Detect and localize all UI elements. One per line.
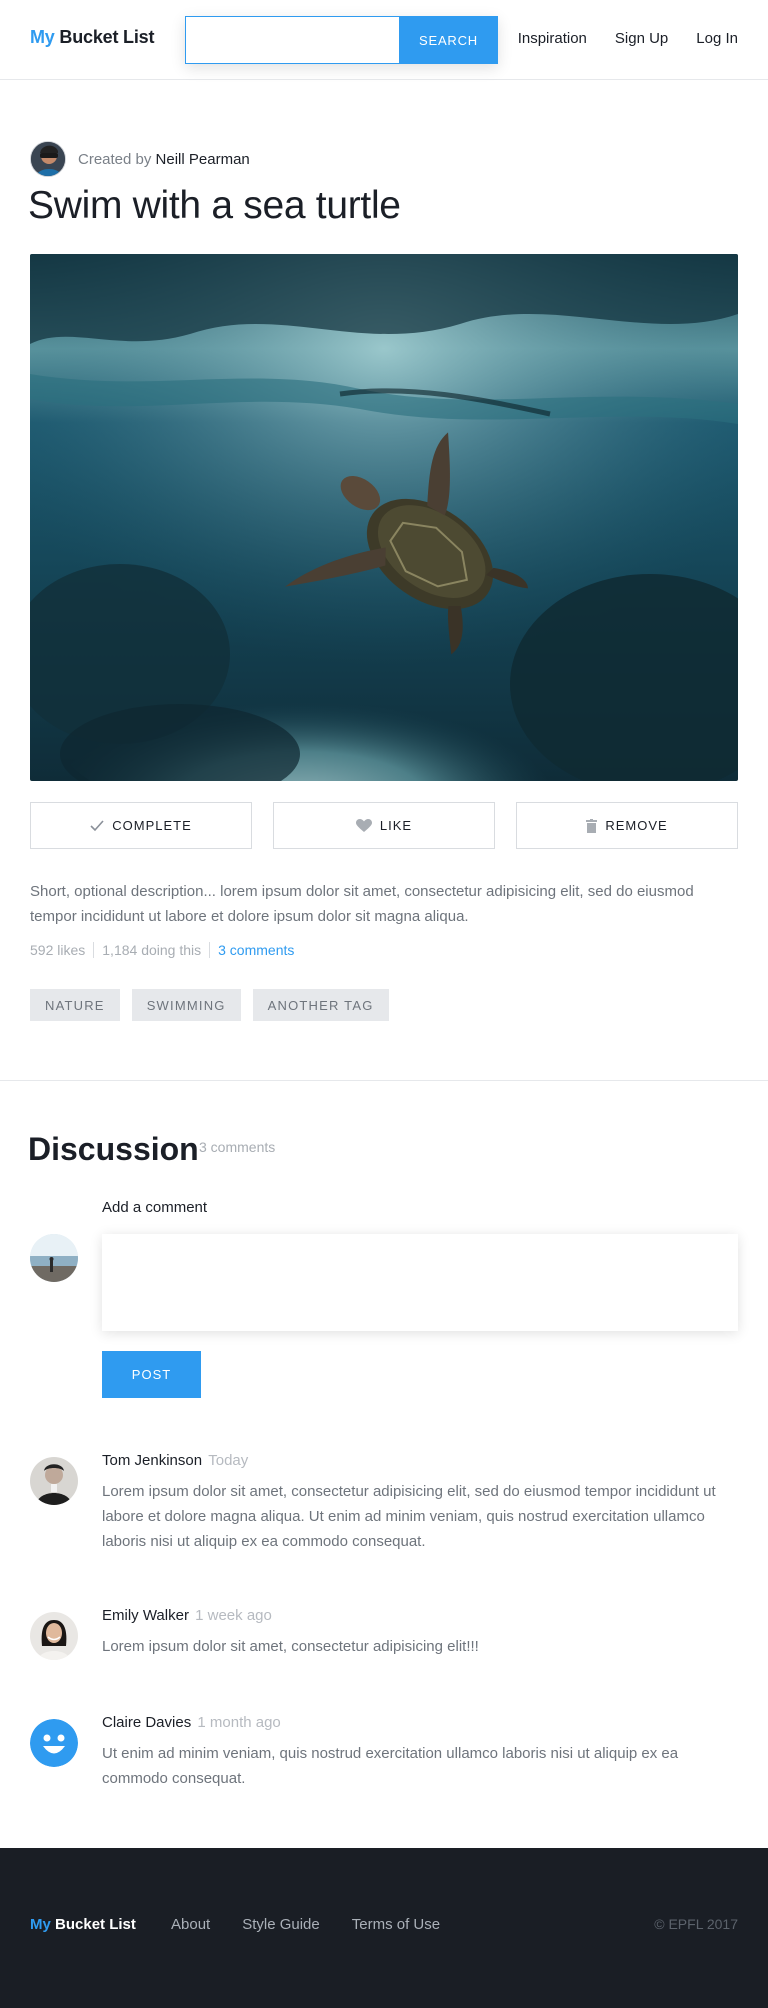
hero-image [30, 254, 738, 781]
remove-button[interactable]: REMOVE [516, 802, 738, 849]
heart-icon [355, 818, 372, 832]
comment-author[interactable]: Emily Walker [102, 1607, 189, 1624]
tag-swimming[interactable]: SWIMMING [131, 989, 241, 1021]
complete-button[interactable]: COMPLETE [30, 802, 252, 849]
comment-time: 1 month ago [197, 1714, 281, 1731]
comment-time: 1 week ago [195, 1607, 272, 1624]
item-stats: 592 likes 1,184 doing this 3 comments [30, 942, 294, 958]
creator-name[interactable]: Neill Pearman [156, 151, 250, 168]
trash-icon [586, 818, 598, 833]
item-title: Swim with a sea turtle [28, 184, 401, 227]
current-user-avatar-image [30, 1234, 78, 1282]
footer-link-style-guide[interactable]: Style Guide [242, 1916, 320, 1933]
nav-sign-up[interactable]: Sign Up [615, 30, 668, 47]
footer-link-terms[interactable]: Terms of Use [352, 1916, 440, 1933]
discussion-count: 3 comments [199, 1139, 276, 1155]
site-header: My Bucket List SEARCH Inspiration Sign U… [0, 0, 768, 80]
comment-time: Today [208, 1452, 249, 1469]
tag-list: NATURE SWIMMING ANOTHER TAG [30, 989, 389, 1021]
tag-nature[interactable]: NATURE [30, 989, 120, 1021]
footer-link-about[interactable]: About [171, 1916, 210, 1933]
creator-info: Created by Neill Pearman [30, 141, 250, 177]
comment-text: Lorem ipsum dolor sit amet, consectetur … [102, 1638, 479, 1655]
doing-count: 1,184 doing this [102, 942, 202, 958]
like-label: LIKE [379, 818, 413, 833]
copyright: © EPFL 2017 [654, 1916, 738, 1932]
page: My Bucket List SEARCH Inspiration Sign U… [0, 0, 768, 2008]
comment-avatar-image [30, 1457, 78, 1505]
smiley-avatar-icon [30, 1719, 78, 1767]
creator-avatar[interactable] [30, 141, 66, 177]
likes-count: 592 likes [30, 942, 86, 958]
comment-avatar[interactable] [30, 1612, 78, 1660]
comment-avatar-image [30, 1612, 78, 1660]
nav-log-in[interactable]: Log In [696, 30, 738, 47]
current-user-avatar [30, 1234, 78, 1282]
stats-divider [209, 942, 211, 958]
complete-label: COMPLETE [112, 818, 192, 833]
main-nav: Inspiration Sign Up Log In [518, 30, 738, 47]
add-comment-label: Add a comment [102, 1199, 208, 1216]
item-actions: COMPLETE LIKE REMOVE [30, 802, 738, 849]
search-button[interactable]: SEARCH [399, 16, 498, 64]
logo-my: My [30, 27, 55, 47]
search-input[interactable] [185, 16, 399, 64]
discussion-title: Discussion [28, 1131, 199, 1167]
comment-header: Emily Walker 1 week ago [102, 1607, 272, 1624]
section-divider [0, 1080, 768, 1081]
creator-text: Created by Neill Pearman [78, 151, 250, 168]
creator-avatar-image [31, 142, 65, 176]
comment-avatar[interactable] [30, 1719, 78, 1767]
footer-logo-bucket-list: Bucket List [55, 1916, 136, 1933]
comment-text: Ut enim ad minim veniam, quis nostrud ex… [102, 1745, 679, 1787]
post-button[interactable]: POST [102, 1351, 201, 1398]
footer-logo-my: My [30, 1916, 51, 1933]
footer-logo[interactable]: My Bucket List [30, 1916, 136, 1933]
comment-input[interactable] [102, 1234, 738, 1331]
sea-turtle-photo [30, 254, 738, 781]
comment-text: Lorem ipsum dolor sit amet, consectetur … [102, 1483, 716, 1550]
nav-inspiration[interactable]: Inspiration [518, 30, 587, 47]
check-icon [90, 819, 104, 831]
footer-links: About Style Guide Terms of Use [171, 1916, 440, 1933]
comment-header: Tom Jenkinson Today [102, 1452, 248, 1469]
logo-bucket-list: Bucket List [59, 27, 155, 47]
comment-header: Claire Davies 1 month ago [102, 1714, 281, 1731]
remove-label: REMOVE [605, 818, 668, 833]
comment-avatar[interactable] [30, 1457, 78, 1505]
site-footer: My Bucket List About Style Guide Terms o… [0, 1848, 768, 2008]
like-button[interactable]: LIKE [273, 802, 495, 849]
tag-another-tag[interactable]: ANOTHER TAG [252, 989, 389, 1021]
created-by-label: Created by [78, 150, 152, 168]
comment-author[interactable]: Tom Jenkinson [102, 1452, 202, 1469]
site-logo[interactable]: My Bucket List [30, 27, 154, 48]
comments-link[interactable]: 3 comments [218, 942, 294, 958]
search-bar: SEARCH [185, 16, 498, 64]
item-description: Short, optional description... lorem ips… [30, 883, 694, 925]
comment-author[interactable]: Claire Davies [102, 1714, 191, 1731]
stats-divider [93, 942, 95, 958]
